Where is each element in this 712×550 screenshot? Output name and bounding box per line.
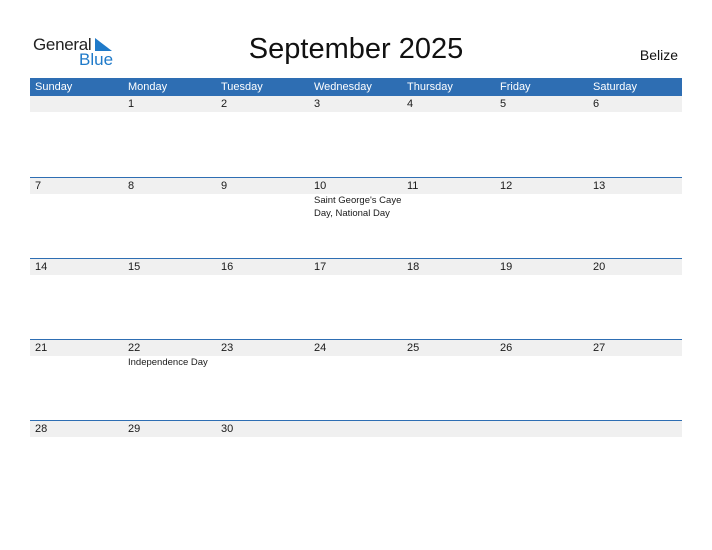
day-number: 10 bbox=[314, 180, 327, 192]
day-number: 6 bbox=[593, 98, 600, 110]
day-cell[interactable]: 2 bbox=[216, 96, 309, 177]
day-cell[interactable]: 18 bbox=[402, 259, 495, 340]
week-row: 14 15 16 17 18 19 20 bbox=[30, 258, 682, 340]
weekday-header: Sunday Monday Tuesday Wednesday Thursday… bbox=[30, 78, 682, 96]
day-number: 17 bbox=[314, 261, 327, 273]
day-cell[interactable]: 15 bbox=[123, 259, 216, 340]
day-cell[interactable] bbox=[402, 421, 495, 502]
day-cell[interactable]: 3 bbox=[309, 96, 402, 177]
holiday-label: Saint George's Caye Day, National Day bbox=[314, 195, 402, 219]
day-cell[interactable]: 29 bbox=[123, 421, 216, 502]
day-number: 21 bbox=[35, 342, 48, 354]
day-number: 28 bbox=[35, 423, 48, 435]
day-cell[interactable]: 8 bbox=[123, 178, 216, 259]
weekday-tuesday: Tuesday bbox=[221, 81, 263, 93]
day-number: 7 bbox=[35, 180, 42, 192]
day-number: 15 bbox=[128, 261, 141, 273]
day-number: 20 bbox=[593, 261, 606, 273]
day-cell[interactable] bbox=[588, 421, 681, 502]
day-number: 5 bbox=[500, 98, 507, 110]
weekday-wednesday: Wednesday bbox=[314, 81, 372, 93]
day-number: 12 bbox=[500, 180, 513, 192]
weekday-monday: Monday bbox=[128, 81, 168, 93]
day-number: 25 bbox=[407, 342, 420, 354]
day-cell[interactable]: 23 bbox=[216, 340, 309, 421]
day-number: 23 bbox=[221, 342, 234, 354]
calendar-title: September 2025 bbox=[248, 33, 464, 65]
weekday-thursday: Thursday bbox=[407, 81, 453, 93]
day-cell[interactable]: 16 bbox=[216, 259, 309, 340]
day-cell[interactable]: 20 bbox=[588, 259, 681, 340]
day-number: 8 bbox=[128, 180, 135, 192]
day-cell[interactable]: 11 bbox=[402, 178, 495, 259]
day-number: 29 bbox=[128, 423, 141, 435]
day-cell[interactable]: 13 bbox=[588, 178, 681, 259]
day-cell[interactable]: 25 bbox=[402, 340, 495, 421]
week-row: 1 2 3 4 5 6 bbox=[30, 96, 682, 177]
weekday-sunday: Sunday bbox=[35, 81, 73, 93]
day-number: 4 bbox=[407, 98, 414, 110]
day-number: 18 bbox=[407, 261, 420, 273]
week-row: 21 22 Independence Day 23 24 25 26 27 bbox=[30, 339, 682, 421]
day-cell[interactable]: 12 bbox=[495, 178, 588, 259]
day-cell[interactable]: 26 bbox=[495, 340, 588, 421]
day-number: 1 bbox=[128, 98, 135, 110]
day-cell[interactable]: 6 bbox=[588, 96, 681, 177]
day-cell[interactable]: 7 bbox=[30, 178, 123, 259]
day-cell[interactable]: 17 bbox=[309, 259, 402, 340]
day-cell[interactable]: 14 bbox=[30, 259, 123, 340]
week-row: 28 29 30 bbox=[30, 420, 682, 502]
weekday-saturday: Saturday bbox=[593, 81, 638, 93]
day-cell[interactable]: 30 bbox=[216, 421, 309, 502]
day-cell[interactable]: 22 Independence Day bbox=[123, 340, 216, 421]
day-cell[interactable]: 9 bbox=[216, 178, 309, 259]
day-number: 16 bbox=[221, 261, 234, 273]
day-number: 11 bbox=[407, 180, 419, 192]
weekday-friday: Friday bbox=[500, 81, 531, 93]
day-cell[interactable]: 24 bbox=[309, 340, 402, 421]
day-cell[interactable]: 5 bbox=[495, 96, 588, 177]
day-cell[interactable]: 4 bbox=[402, 96, 495, 177]
day-number: 24 bbox=[314, 342, 327, 354]
day-cell[interactable]: 1 bbox=[123, 96, 216, 177]
day-number: 27 bbox=[593, 342, 606, 354]
day-cell[interactable]: 21 bbox=[30, 340, 123, 421]
day-number: 2 bbox=[221, 98, 228, 110]
day-number: 14 bbox=[35, 261, 48, 273]
day-cell[interactable]: 10 Saint George's Caye Day, National Day bbox=[309, 178, 402, 259]
day-number: 13 bbox=[593, 180, 606, 192]
day-cell[interactable] bbox=[30, 96, 123, 177]
day-number: 19 bbox=[500, 261, 513, 273]
day-number: 30 bbox=[221, 423, 234, 435]
day-cell[interactable]: 19 bbox=[495, 259, 588, 340]
day-cell[interactable]: 28 bbox=[30, 421, 123, 502]
day-number: 26 bbox=[500, 342, 513, 354]
day-number: 3 bbox=[314, 98, 321, 110]
day-cell[interactable] bbox=[495, 421, 588, 502]
week-row: 7 8 9 10 Saint George's Caye Day, National D… bbox=[30, 177, 682, 259]
day-number: 9 bbox=[221, 180, 228, 192]
day-cell[interactable]: 27 bbox=[588, 340, 681, 421]
country-label: Belize bbox=[639, 47, 678, 63]
day-number: 22 bbox=[128, 342, 141, 354]
holiday-label: Independence Day bbox=[128, 357, 208, 368]
day-cell[interactable] bbox=[309, 421, 402, 502]
